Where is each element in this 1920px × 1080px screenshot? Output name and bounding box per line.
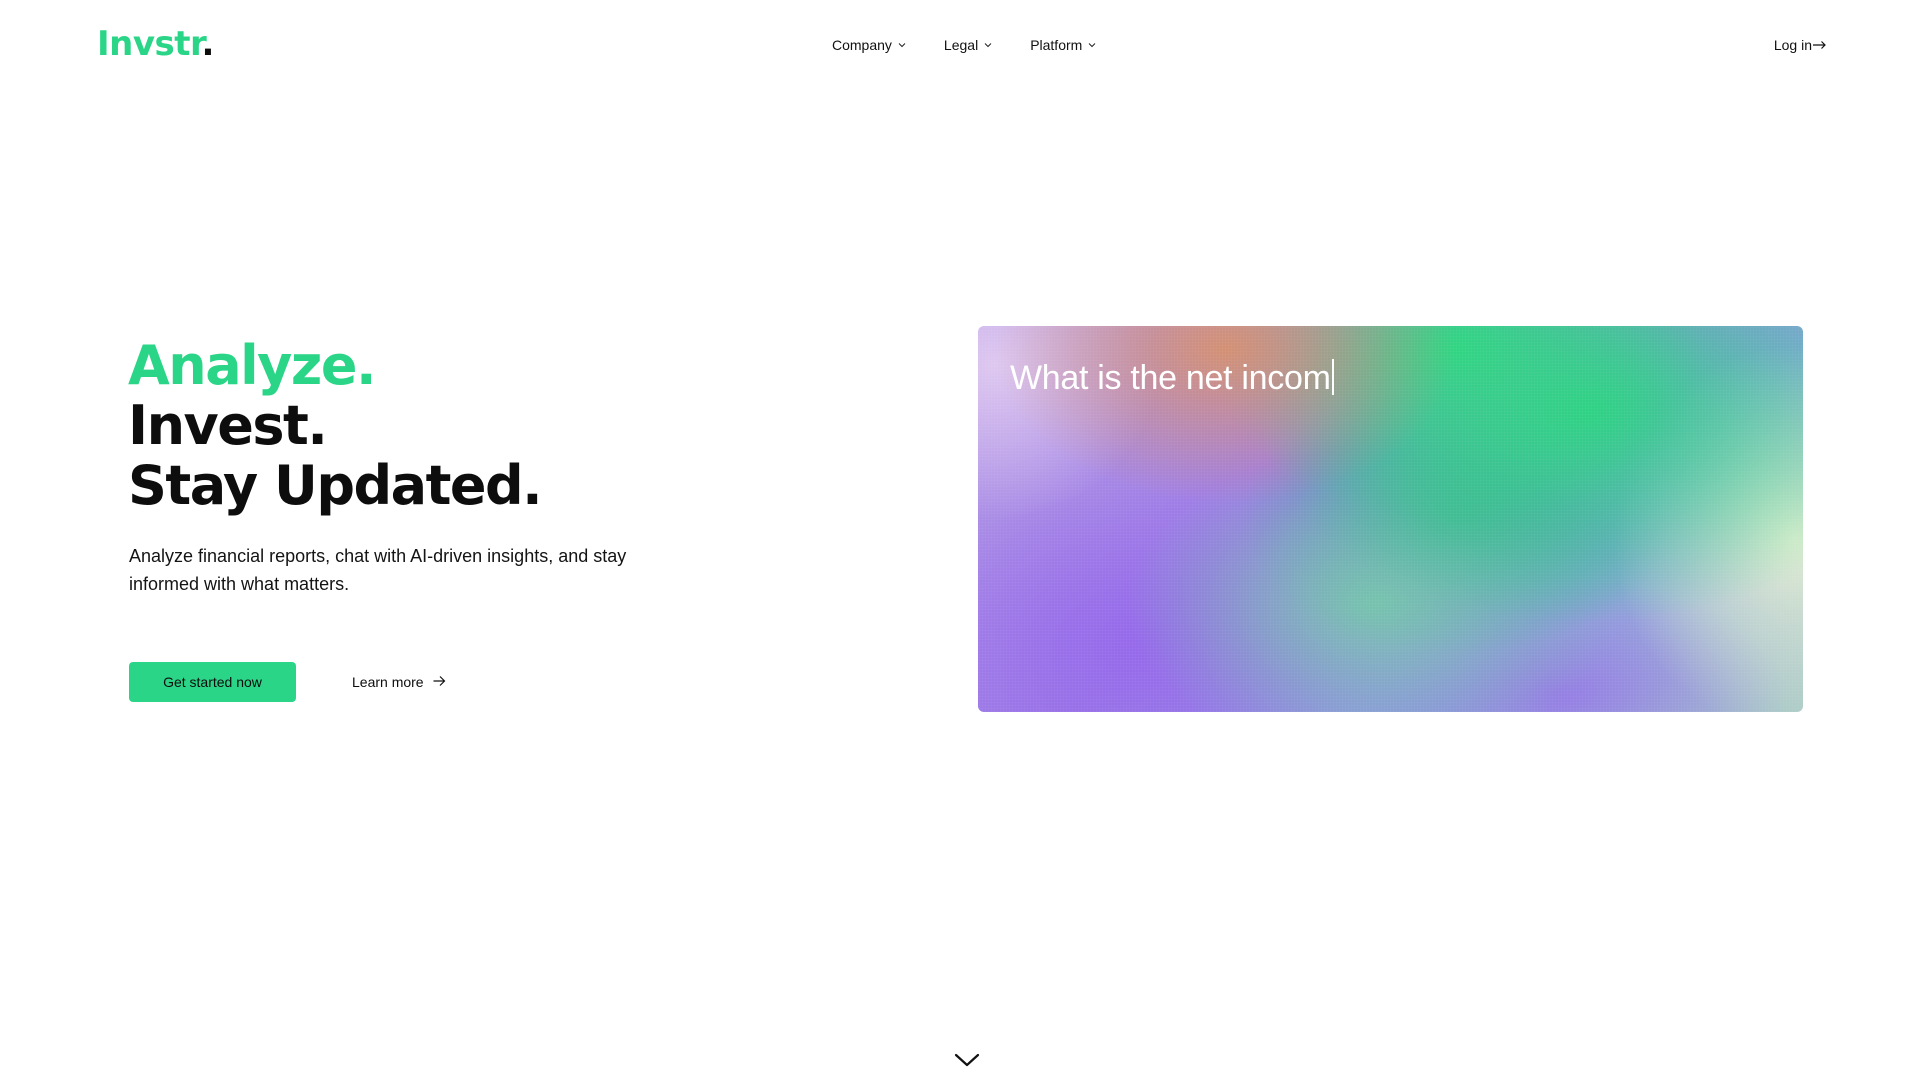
hero-title-line-stay-updated: Stay Updated. (128, 454, 543, 517)
chevron-down-icon (954, 1052, 980, 1068)
chevron-down-icon (984, 41, 992, 49)
hero-title: Analyze. Invest. Stay Updated. (128, 334, 543, 517)
site-header: Invstr. Company Legal Platform Log in (0, 0, 1920, 90)
login-label: Log in (1773, 37, 1812, 53)
login-link[interactable]: Log in (1774, 32, 1827, 58)
chevron-down-icon (1088, 41, 1096, 49)
get-started-button[interactable]: Get started now (129, 662, 296, 702)
hero-title-line-analyze: Analyze. (128, 334, 376, 397)
arrow-right-icon (433, 674, 446, 690)
logo[interactable]: Invstr. (97, 22, 214, 66)
learn-more-label: Learn more (352, 674, 424, 690)
nav-item-company[interactable]: Company (832, 37, 906, 53)
nav-item-platform[interactable]: Platform (1030, 37, 1096, 53)
nav-item-label: Company (832, 37, 892, 53)
demo-typed-query: What is the net incom (1010, 356, 1334, 400)
demo-query-text: What is the net incom (1010, 359, 1331, 397)
learn-more-link[interactable]: Learn more (352, 662, 446, 702)
main-nav: Company Legal Platform (832, 32, 1096, 58)
chevron-down-icon (898, 41, 906, 49)
nav-item-label: Legal (943, 37, 979, 53)
logo-word: Invstr (97, 24, 202, 64)
hero-subtitle: Analyze financial reports, chat with AI-… (129, 546, 627, 594)
hero-title-line-invest: Invest. (128, 394, 328, 457)
arrow-right-icon (1813, 37, 1827, 53)
logo-dot: . (201, 24, 214, 64)
typing-caret (1331, 359, 1334, 395)
nav-item-legal[interactable]: Legal (944, 37, 992, 53)
nav-item-label: Platform (1030, 37, 1083, 53)
ai-demo-card: What is the net incom (978, 326, 1803, 712)
scroll-down-button[interactable] (954, 1052, 980, 1068)
